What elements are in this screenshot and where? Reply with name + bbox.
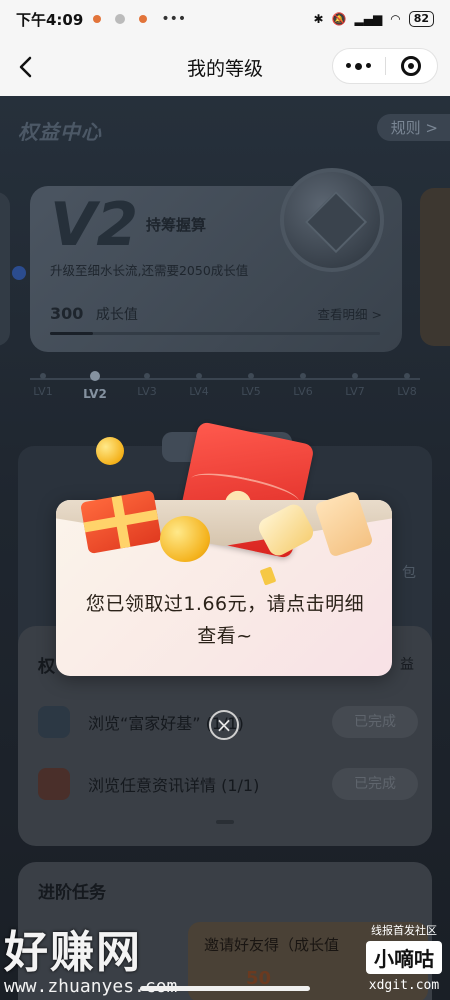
level-label: LV8 [397,385,417,398]
level-badge: V2 [50,190,139,260]
status-icons: ✱ 🔕 ▂▄▆ ◠ 82 [313,11,434,27]
level-label: LV2 [83,387,107,401]
watermark-right: 线报首发社区 小嘀咕 xdgit.com [366,922,442,993]
level-label: LV1 [33,385,53,398]
nav-bar: 我的等级 [0,38,450,96]
level-point [90,371,100,381]
gold-coin-icon [96,437,124,465]
paper-plane-icon [38,706,70,738]
level-item-lv8[interactable]: LV8 [384,373,430,401]
level-point [144,373,150,379]
watermark-tagline: 线报首发社区 [371,924,437,937]
close-miniapp-button[interactable] [385,56,437,76]
advanced-task-heading: 进阶任务 [38,883,106,903]
rights-center-title: 权益中心 [18,120,102,144]
growth-progress-bar [50,332,380,335]
level-selector: LV1 LV2 LV3 LV4 LV5 LV6 LV7 LV8 [20,371,430,401]
miniapp-capsule [332,48,438,84]
level-item-lv3[interactable]: LV3 [124,373,170,401]
upgrade-requirement: 升级至细水长流,还需要2050成长值 [50,263,249,278]
level-card: V2 持筹握算 升级至细水长流,还需要2050成长值 300 成长值 查看明细 … [30,168,402,352]
level-item-lv4[interactable]: LV4 [176,373,222,401]
status-time: 下午4:09 [16,10,84,29]
task-heading: 权 [38,657,55,677]
level-item-lv1[interactable]: LV1 [20,373,66,401]
level-point [40,373,46,379]
more-dots-icon: ••• [161,11,187,27]
close-icon: × [215,713,233,737]
prev-level-card[interactable] [0,192,10,346]
level-point [352,373,358,379]
view-detail-link[interactable]: 查看明细 > [318,304,382,323]
notification-icon [93,15,102,23]
popup-close-button[interactable]: × [209,710,239,740]
level-point [300,373,306,379]
level-name: 持筹握算 [146,216,207,234]
signal-icon: ▂▄▆ [354,12,383,26]
task-heading-right: 益 [400,657,414,673]
bluetooth-icon: ✱ [313,12,324,26]
target-icon [401,56,422,76]
watermark-brand: 小嘀咕 [366,941,442,974]
notification-icon [115,14,126,24]
gold-coin-icon [160,516,210,562]
growth-points-unit: 成长值 [95,307,138,323]
rules-button[interactable]: 规则 > [376,114,450,141]
level-point [196,373,202,379]
level-label: LV6 [293,385,313,398]
level-item-lv2[interactable]: LV2 [72,371,118,401]
growth-points: 300 成长值 [50,304,138,324]
task-status-button[interactable]: 已完成 [332,768,418,800]
home-indicator[interactable] [140,986,310,991]
growth-progress-fill [50,332,93,335]
notification-icon [139,15,148,23]
status-bar: 下午4:09 ••• ✱ 🔕 ▂▄▆ ◠ 82 [0,0,450,38]
indicator-dot [12,266,26,280]
level-label: LV4 [189,385,209,398]
invite-text: 邀请好友得（成长值 [204,936,340,954]
level-medal-icon [280,168,384,272]
next-level-card[interactable] [420,188,450,346]
task-label: 浏览任意资讯详情 (1/1) [88,776,260,795]
level-label: LV5 [241,385,261,398]
level-item-lv6[interactable]: LV6 [280,373,326,401]
benefit-package-label: 包 [402,565,416,581]
level-item-lv7[interactable]: LV7 [332,373,378,401]
level-item-lv5[interactable]: LV5 [228,373,274,401]
task-status-button[interactable]: 已完成 [332,706,418,738]
wifi-icon: ◠ [390,12,401,26]
growth-points-value: 300 [50,304,84,323]
watermark-domain: xdgit.com [368,978,440,993]
scroll-indicator [216,820,234,824]
watermark-left: 好赚网 www.zhuanyes.com [4,916,177,997]
watermark-logo: 好赚网 [4,927,142,978]
more-button[interactable] [333,62,385,70]
battery-icon: 82 [408,11,434,27]
level-label: LV3 [137,385,157,398]
popup-message[interactable]: 您已领取过1.66元，请点击明细查看~ [80,588,370,652]
task-item-news: 浏览任意资讯详情 (1/1) 已完成 [38,764,418,804]
level-label: LV7 [345,385,365,398]
news-icon [38,768,70,800]
level-point [248,373,254,379]
level-point [404,373,410,379]
mute-icon: 🔕 [331,12,347,26]
